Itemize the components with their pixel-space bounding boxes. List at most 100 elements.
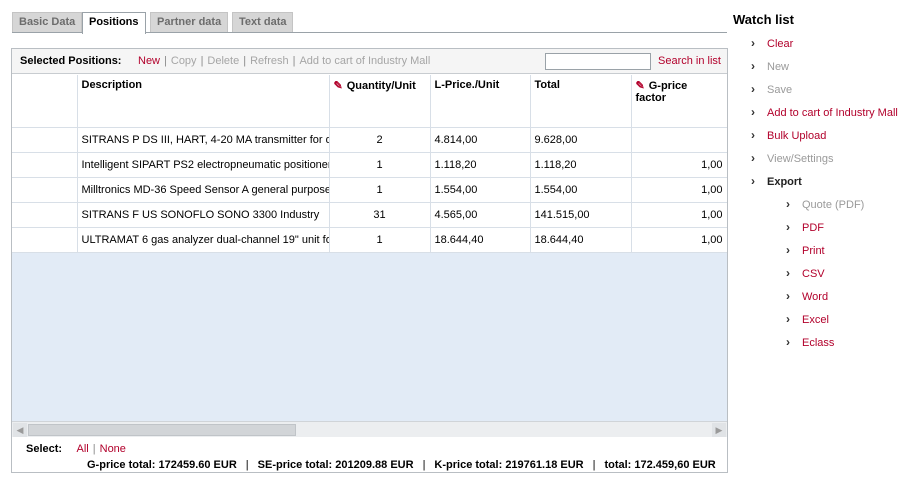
header-quantity[interactable]: ✎ Quantity/Unit [329, 75, 431, 128]
menu-clear[interactable]: › Clear [751, 36, 793, 50]
copy-button[interactable]: Copy [171, 55, 197, 67]
chevron-right-icon: › [751, 105, 755, 119]
tab-basic-data[interactable]: Basic Data [12, 12, 83, 33]
watch-list-title: Watch list [733, 12, 794, 27]
description-cell: SITRANS F US SONOFLO SONO 3300 Industry [77, 202, 330, 228]
chevron-right-icon: › [786, 243, 790, 257]
menu-add-to-cart[interactable]: › Add to cart of Industry Mall [751, 105, 898, 119]
toolbar-label: Selected Positions: [20, 55, 122, 67]
tab-positions[interactable]: Positions [82, 12, 146, 34]
menu-bulk-upload[interactable]: › Bulk Upload [751, 128, 826, 142]
export-excel[interactable]: › Excel [786, 312, 829, 326]
chevron-right-icon: › [751, 174, 755, 188]
tab-bar: Basic Data Positions Partner data Text d… [12, 12, 727, 34]
total-cell: 1.554,00 [530, 177, 632, 203]
chevron-right-icon: › [751, 36, 755, 50]
table-row[interactable]: SITRANS F US SONOFLO SONO 3300 Industry … [12, 202, 727, 228]
quantity-cell[interactable]: 2 [329, 127, 431, 153]
se-price-total: SE-price total: 201209.88 EUR [257, 459, 414, 471]
chevron-right-icon: › [751, 151, 755, 165]
select-all-link[interactable]: All [77, 443, 89, 455]
add-to-cart-button[interactable]: Add to cart of Industry Mall [299, 55, 430, 67]
row-select-cell[interactable] [12, 127, 78, 153]
tab-partner-data[interactable]: Partner data [150, 12, 229, 33]
select-label: Select: [26, 443, 63, 455]
row-select-cell[interactable] [12, 202, 78, 228]
export-eclass[interactable]: › Eclass [786, 335, 834, 349]
new-button[interactable]: New [138, 55, 160, 67]
chevron-right-icon: › [786, 197, 790, 211]
row-select-cell[interactable] [12, 177, 78, 203]
menu-view-settings[interactable]: › View/Settings [751, 151, 833, 165]
select-row: Select: All | None [26, 443, 126, 455]
quantity-cell[interactable]: 1 [329, 152, 431, 178]
scroll-right-icon[interactable]: ▶ [712, 423, 726, 437]
export-word[interactable]: › Word [786, 289, 828, 303]
chevron-right-icon: › [751, 59, 755, 73]
table-row[interactable]: Intelligent SIPART PS2 electropneumatic … [12, 152, 727, 178]
export-quote-pdf[interactable]: › Quote (PDF) [786, 197, 864, 211]
header-select [12, 75, 78, 128]
header-gprice-factor[interactable]: ✎ G-price factor [631, 75, 727, 128]
total-cell: 18.644,40 [530, 227, 632, 253]
edit-pencil-icon: ✎ [333, 80, 343, 92]
total-cell: 141.515,00 [530, 202, 632, 228]
lprice-cell: 18.644,40 [430, 227, 531, 253]
table-row[interactable]: Milltronics MD-36 Speed Sensor A general… [12, 177, 727, 203]
quantity-cell[interactable]: 1 [329, 177, 431, 203]
delete-button[interactable]: Delete [207, 55, 239, 67]
tab-text-data[interactable]: Text data [232, 12, 294, 33]
table-row[interactable]: ULTRAMAT 6 gas analyzer dual-channel 19"… [12, 227, 727, 253]
export-print[interactable]: › Print [786, 243, 825, 257]
header-lprice[interactable]: L-Price./Unit [430, 75, 531, 128]
description-cell: Intelligent SIPART PS2 electropneumatic … [77, 152, 330, 178]
grand-total: total: 172.459,60 EUR [604, 459, 716, 471]
row-select-cell[interactable] [12, 152, 78, 178]
select-none-link[interactable]: None [100, 443, 126, 455]
description-cell: Milltronics MD-36 Speed Sensor A general… [77, 177, 330, 203]
gprice-factor-cell[interactable]: 1,00 [631, 152, 727, 178]
refresh-button[interactable]: Refresh [250, 55, 289, 67]
description-cell: ULTRAMAT 6 gas analyzer dual-channel 19"… [77, 227, 330, 253]
gprice-factor-cell[interactable]: 1,00 [631, 202, 727, 228]
total-cell: 1.118,20 [530, 152, 632, 178]
positions-table: Description ✎ Quantity/Unit L-Price./Unit… [12, 75, 727, 253]
lprice-cell: 4.565,00 [430, 202, 531, 228]
scroll-left-icon[interactable]: ◀ [13, 423, 27, 437]
header-description[interactable]: Description [77, 75, 330, 128]
gprice-factor-cell[interactable]: 1,00 [631, 227, 727, 253]
lprice-cell: 1.118,20 [430, 152, 531, 178]
chevron-right-icon: › [786, 312, 790, 326]
positions-grid: Description ✎ Quantity/Unit L-Price./Unit… [12, 75, 727, 421]
quantity-cell[interactable]: 1 [329, 227, 431, 253]
menu-save[interactable]: › Save [751, 82, 792, 96]
gprice-factor-cell[interactable] [631, 127, 727, 153]
g-price-total: G-price total: 172459.60 EUR [87, 459, 237, 471]
k-price-total: K-price total: 219761.18 EUR [434, 459, 584, 471]
header-total[interactable]: Total [530, 75, 632, 128]
row-select-cell[interactable] [12, 227, 78, 253]
positions-toolbar: Selected Positions: New | Copy | Delete | Refr… [12, 49, 727, 74]
search-in-list-button[interactable]: Search in list [658, 55, 721, 67]
edit-pencil-icon: ✎ [635, 80, 645, 92]
total-cell: 9.628,00 [530, 127, 632, 153]
scrollbar-thumb[interactable] [28, 424, 296, 436]
menu-new[interactable]: › New [751, 59, 789, 73]
search-input[interactable] [545, 53, 651, 70]
chevron-right-icon: › [786, 335, 790, 349]
gprice-factor-cell[interactable]: 1,00 [631, 177, 727, 203]
lprice-cell: 4.814,00 [430, 127, 531, 153]
horizontal-scrollbar[interactable]: ◀ ▶ [12, 421, 727, 437]
export-pdf[interactable]: › PDF [786, 220, 824, 234]
totals-bar: G-price total: 172459.60 EUR | SE-price to… [87, 459, 716, 471]
chevron-right-icon: › [751, 82, 755, 96]
lprice-cell: 1.554,00 [430, 177, 531, 203]
chevron-right-icon: › [786, 289, 790, 303]
table-row[interactable]: SITRANS P DS III, HART, 4-20 MA transmit… [12, 127, 727, 153]
chevron-right-icon: › [751, 128, 755, 142]
quantity-cell[interactable]: 31 [329, 202, 431, 228]
export-csv[interactable]: › CSV [786, 266, 825, 280]
menu-export[interactable]: › Export [751, 174, 802, 188]
positions-panel: Selected Positions: New | Copy | Delete | Refr… [11, 48, 728, 473]
chevron-right-icon: › [786, 266, 790, 280]
